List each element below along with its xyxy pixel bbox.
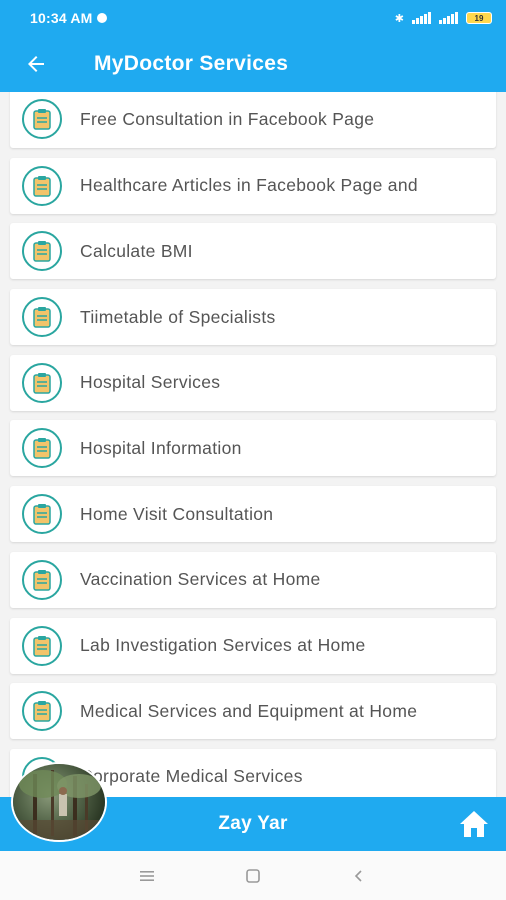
avatar[interactable]	[13, 764, 105, 840]
clipboard-icon	[22, 691, 62, 732]
battery-icon: 19	[466, 12, 492, 24]
status-time: 10:34 AM	[30, 10, 93, 26]
clipboard-icon	[22, 559, 62, 600]
status-bar: 10:34 AM ✱ 19	[0, 0, 506, 36]
clock-icon	[96, 13, 107, 23]
list-item-label: Vaccination Services at Home	[80, 569, 321, 590]
list-item-label: Corporate Medical Services	[80, 766, 303, 787]
list-item[interactable]: Vaccination Services at Home	[10, 551, 496, 608]
list-item-label: Free Consultation in Facebook Page	[80, 108, 375, 129]
system-nav-bar	[0, 851, 506, 900]
menu-button[interactable]	[135, 864, 159, 888]
clipboard-icon	[22, 231, 62, 272]
list-item-label: Lab Investigation Services at Home	[80, 635, 366, 655]
clipboard-icon	[22, 99, 62, 139]
list-item[interactable]: Calculate BMI	[10, 223, 496, 280]
list-item[interactable]: Medical Services and Equipment at Home	[10, 683, 496, 740]
list-item[interactable]: Home Visit Consultation	[10, 486, 496, 543]
chevron-left-icon	[354, 869, 362, 882]
list-item-label: Hospital Services	[80, 372, 221, 393]
status-indicators: ✱ 19	[395, 12, 492, 25]
clipboard-icon	[22, 428, 62, 469]
home-icon	[460, 811, 488, 837]
back-button[interactable]	[8, 36, 64, 92]
clipboard-icon	[22, 297, 62, 338]
home-nav-button[interactable]	[241, 864, 265, 888]
clipboard-icon	[22, 362, 62, 403]
clipboard-icon	[22, 625, 62, 666]
list-item-label: Healthcare Articles in Facebook Page and	[80, 175, 418, 196]
list-item[interactable]: Healthcare Articles in Facebook Page and	[10, 157, 496, 214]
list-item-label: Tiimetable of Specialists	[80, 306, 276, 327]
menu-icon	[140, 870, 154, 881]
home-button[interactable]	[458, 809, 490, 839]
list-item-label: Hospital Information	[80, 437, 242, 458]
back-nav-button[interactable]	[347, 864, 371, 888]
clipboard-icon	[22, 165, 62, 206]
bluetooth-icon: ✱	[394, 12, 404, 25]
list-item[interactable]: Hospital Information	[10, 420, 496, 477]
arrow-left-icon	[28, 56, 44, 72]
list-item[interactable]: Hospital Services	[10, 354, 496, 411]
signal-icon	[439, 12, 458, 24]
services-list[interactable]: Free Consultation in Facebook Page Healt…	[0, 92, 506, 797]
clipboard-icon	[22, 494, 62, 535]
page-title: MyDoctor Services	[94, 52, 289, 75]
signal-icon	[412, 12, 431, 24]
list-item-label: Calculate BMI	[80, 240, 193, 261]
user-name: Zay Yar	[218, 813, 288, 834]
square-icon	[246, 868, 260, 883]
app-bar: MyDoctor Services	[0, 36, 506, 92]
list-item[interactable]: Free Consultation in Facebook Page	[10, 92, 496, 148]
list-item[interactable]: Tiimetable of Specialists	[10, 289, 496, 346]
list-item-label: Home Visit Consultation	[80, 503, 274, 524]
avatar-photo	[13, 770, 105, 840]
list-item[interactable]: Lab Investigation Services at Home	[10, 617, 496, 674]
list-item-label: Medical Services and Equipment at Home	[80, 700, 418, 721]
